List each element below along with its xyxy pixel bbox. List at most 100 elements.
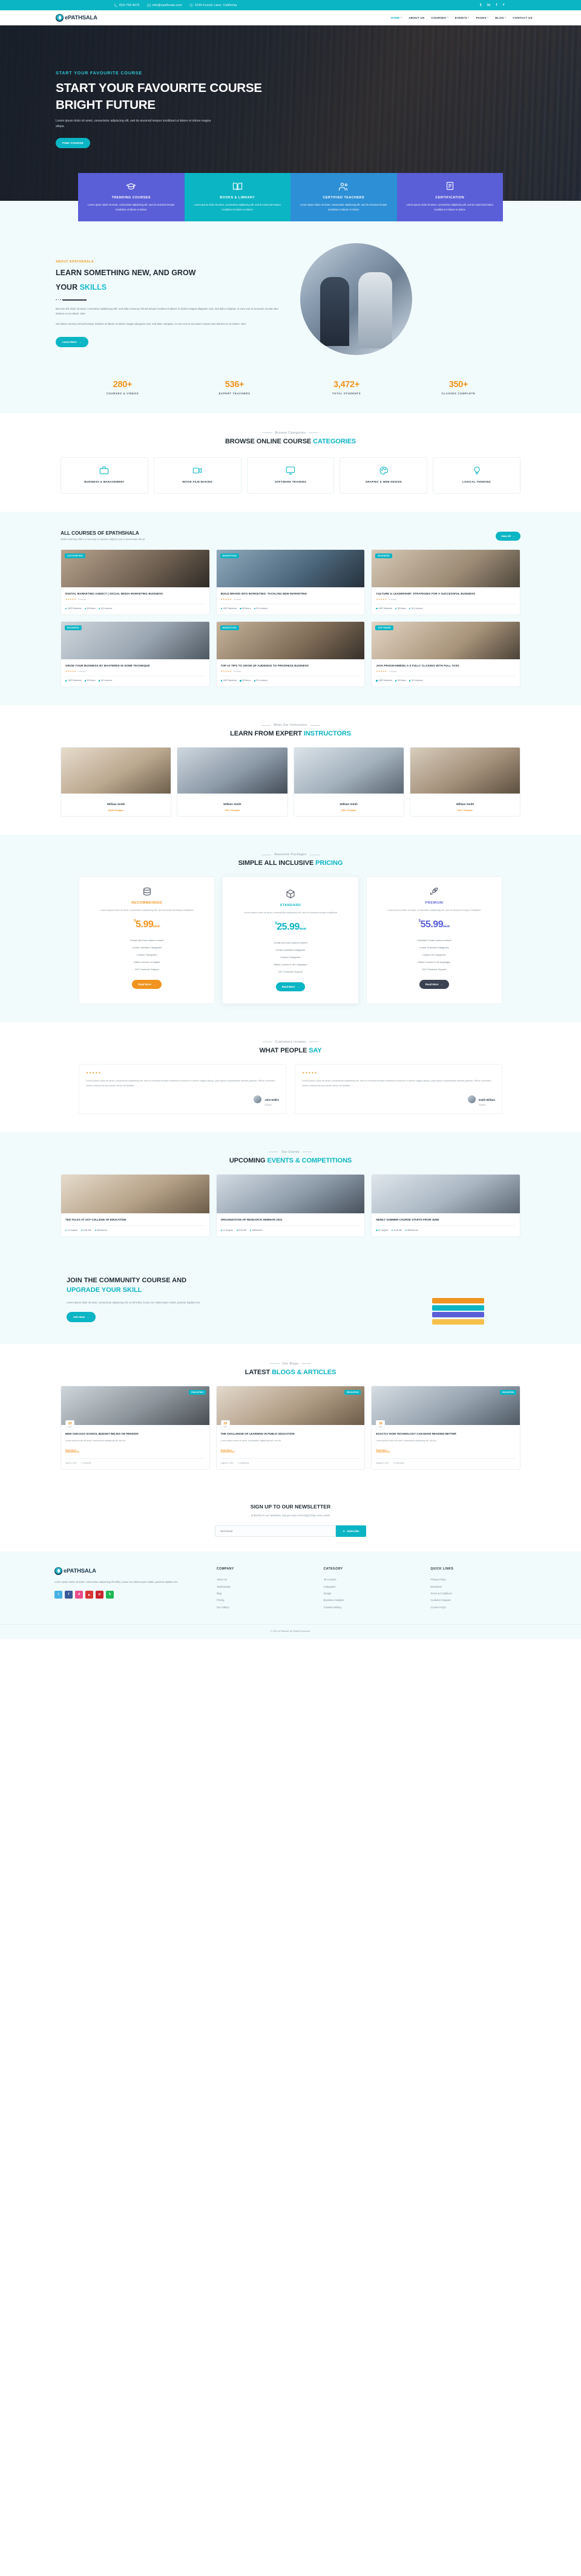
newsletter-email-input[interactable] <box>214 1525 336 1537</box>
topbar-phone[interactable]: 818-758-4076 <box>114 4 140 7</box>
instructor-card[interactable]: William Smith CEO / Founder <box>409 747 520 817</box>
view-all-courses-button[interactable]: View All → <box>495 531 520 541</box>
footer-link[interactable]: Categories <box>324 1583 420 1590</box>
youtube-icon[interactable]: ▶ <box>85 1590 93 1599</box>
testimonial-card: ★★★★★ Lorem ipsum dolor sit amet, consec… <box>79 1063 286 1114</box>
event-card[interactable]: TED TALKS AT UCF COLLEGE OF EDUCATION 21 … <box>61 1173 210 1237</box>
site-logo[interactable]: ePATHSALA <box>56 13 97 22</box>
dribbble-icon[interactable]: d <box>75 1590 83 1599</box>
join-illustration <box>330 1271 520 1328</box>
title-prefix: BROWSE ONLINE COURSE <box>225 438 313 446</box>
feature-card-books-library[interactable]: BOOKS & LIBRARY Lorem ipsum dolor sit am… <box>184 173 290 222</box>
course-card[interactable]: MARKETING BUILD BRAND INTO MARKETING: TA… <box>215 549 366 616</box>
instructor-card[interactable]: William Smith CEO / Founder <box>177 747 288 817</box>
category-card-business-management[interactable]: BUSINESS & MANAGEMENT <box>61 457 148 494</box>
footer-link[interactable]: Testimonials <box>217 1583 313 1590</box>
course-card[interactable]: BUSINESS CULTURE & LEADERSHIP: STRATEGIE… <box>371 549 520 616</box>
top-bar: 818-758-4076 info@epathsala.com 3146 Koo… <box>0 0 581 10</box>
footer-column-title: QUICK LINKS <box>430 1567 454 1571</box>
nav-item-home[interactable]: HOME <box>391 16 402 19</box>
footer-link[interactable]: Design <box>324 1590 420 1597</box>
plan-read-more-button[interactable]: Read More → <box>275 982 306 991</box>
search-icon[interactable]: ⌕ <box>503 3 505 7</box>
event-place: Melbourne <box>250 1229 263 1231</box>
learn-more-button[interactable]: Learn More → <box>56 336 89 347</box>
plan-read-more-button[interactable]: Read More → <box>419 979 449 989</box>
footer-link[interactable]: Creative Writing <box>324 1603 420 1610</box>
feature-title: TRENDING COURSES <box>111 196 151 200</box>
category-card-logical-thinking[interactable]: LOGICAL THINKING <box>433 457 520 494</box>
twitter-icon[interactable]: 𝕥 <box>480 3 482 7</box>
blog-card[interactable]: EDUCATION 28 AUG NEW CHICAGO SCHOOL BUDGE… <box>61 1385 210 1470</box>
nav-item-blog[interactable]: BLOG <box>495 16 507 19</box>
feature-card-trending-courses[interactable]: TRENDING COURSES Lorem ipsum dolor sit a… <box>78 173 185 222</box>
footer-link[interactable]: Disclaimer <box>430 1583 527 1590</box>
find-course-button[interactable]: FIND COURSE <box>56 137 90 148</box>
category-card-movie-film-making[interactable]: MOVIE FILM MAKING <box>153 457 241 494</box>
course-card[interactable]: MARKETING TOP 10 TIPS TO GROW UP AUDIENC… <box>215 621 366 688</box>
cube-icon <box>229 889 352 899</box>
title-prefix: UPCOMING <box>229 1156 268 1164</box>
instructor-card[interactable]: William Smith UI/UX Designer <box>61 747 172 817</box>
event-card[interactable]: ORGANIZATION OF RESEARCH SEMINAR 2021 21 … <box>215 1173 366 1237</box>
site-footer: ePATHSALA Lorem ipsum dolor sit amet, co… <box>0 1551 581 1639</box>
blog-read-more-link[interactable]: Read More → <box>65 1449 79 1452</box>
footer-link[interactable]: Privacy Policy <box>430 1576 527 1583</box>
chevron-down-icon <box>447 17 448 18</box>
stat-number: 3,472+ <box>333 380 359 390</box>
star-icon: ★★★★★ <box>220 598 232 601</box>
nav-item-events[interactable]: EVENTS <box>455 16 470 19</box>
dot-icon <box>220 607 222 610</box>
join-now-button[interactable]: Join Now → <box>67 1312 96 1323</box>
blog-read-more-link[interactable]: Read More → <box>376 1449 390 1452</box>
calendar-icon <box>376 1229 378 1231</box>
newsletter-subscribe-button[interactable]: ✈ Subscribe <box>335 1525 367 1537</box>
pinterest-icon[interactable]: p <box>96 1590 103 1599</box>
course-reviews: 0 reviews <box>389 598 397 601</box>
footer-link[interactable]: Customer Support <box>430 1597 527 1603</box>
pricing-plan-recommended[interactable]: RECOMMENDED Lorem ipsum dolor sit amet, … <box>79 876 215 1004</box>
nav-item-about-us[interactable]: ABOUT US <box>409 16 424 19</box>
course-card[interactable]: BUSINESS GROW YOUR BUSINESS BY MASTERED … <box>61 621 210 688</box>
footer-link[interactable]: About Us <box>217 1576 313 1583</box>
footer-link[interactable]: Blog <box>217 1590 313 1597</box>
briefcase-icon <box>65 466 144 475</box>
nav-label: BLOG <box>495 16 504 19</box>
blog-card[interactable]: EDUCATION 28 AUG EXACTLY HOW TECHNOLOGY C… <box>371 1385 520 1470</box>
nav-item-courses[interactable]: COURSES <box>431 16 448 19</box>
category-card-software-training[interactable]: SOFTWARE TRAINING <box>246 457 335 494</box>
blog-card[interactable]: EDUCATION 28 AUG THE CHALLENGE OF LEARNIN… <box>215 1385 366 1470</box>
category-label: BUSINESS & MANAGEMENT <box>84 480 125 484</box>
facebook-icon[interactable]: f <box>65 1590 73 1599</box>
nav-item-contact-us[interactable]: CONTACT US <box>513 16 533 19</box>
facebook-icon[interactable]: f <box>496 4 497 7</box>
nav-item-pages[interactable]: PAGES <box>476 16 489 19</box>
footer-link[interactable]: Business Analytics <box>324 1597 420 1603</box>
footer-link[interactable]: All Courses <box>324 1576 420 1583</box>
footer-logo[interactable]: ePATHSALA <box>54 1567 206 1575</box>
linkedin-icon[interactable]: in <box>487 4 491 7</box>
category-card-graphic-web-design[interactable]: GRAPHIC & WEB DESIGN <box>340 457 428 494</box>
join-text: Lorem ipsum dolor sit amet, consectetur … <box>67 1301 201 1305</box>
course-students: 1287 Students <box>65 679 82 682</box>
twitter-icon[interactable]: t <box>54 1590 62 1599</box>
feature-card-certification[interactable]: CERTIFICATION Lorem ipsum dolor sit amet… <box>396 173 503 222</box>
feature-card-certified-teachers[interactable]: CERTIFIED TEACHERS Lorem ipsum dolor sit… <box>290 173 397 222</box>
pricing-plan-standard[interactable]: STANDARD Lorem ipsum dolor sit amet, con… <box>222 876 359 1004</box>
blog-read-more-link[interactable]: Read More → <box>221 1449 235 1452</box>
arrow-right-icon: → <box>297 985 300 988</box>
price-amount: 5.99 <box>136 919 154 930</box>
footer-link[interactable]: Pricing <box>217 1597 313 1603</box>
instructor-card[interactable]: William Smith CEO / Founder <box>293 747 404 817</box>
event-card[interactable]: NEWLY SUMMER COURSE STARTS FROM JUNE 21 A… <box>371 1173 520 1237</box>
footer-link[interactable]: Terms & Conditions <box>430 1590 527 1597</box>
course-card[interactable]: ACCOUNTING DIGITAL MARKETING AGENCY | SO… <box>61 549 210 616</box>
footer-link[interactable]: Our Gallery <box>217 1603 313 1610</box>
course-card[interactable]: SOFTWARE JAVA PROGRAMMING A-Z FULLY CLAS… <box>371 621 520 688</box>
pricing-plan-premium[interactable]: PREMIUM Lorem ipsum dolor sit amet, cons… <box>366 876 502 1004</box>
event-place: Melbourne <box>405 1229 418 1231</box>
topbar-email[interactable]: info@epathsala.com <box>146 4 182 7</box>
plan-read-more-button[interactable]: Read More → <box>132 979 162 989</box>
behance-icon[interactable]: b <box>106 1590 114 1599</box>
footer-link[interactable]: Course FAQ's <box>430 1603 527 1610</box>
